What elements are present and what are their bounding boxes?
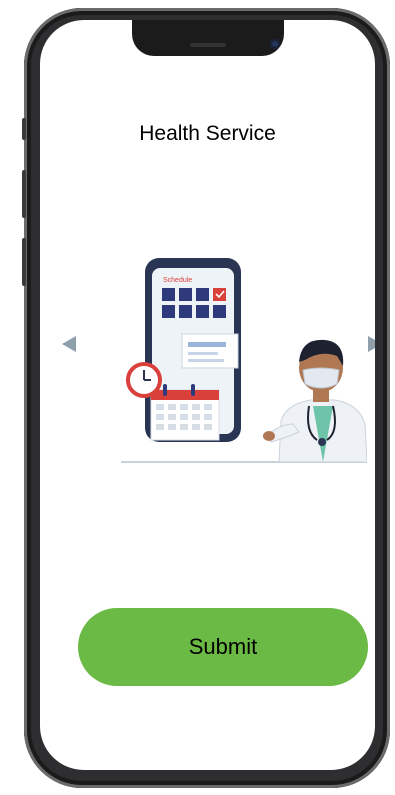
health-service-illustration: Schedule xyxy=(121,258,367,463)
side-button-volume-down xyxy=(22,238,26,286)
page-title: Health Service xyxy=(139,122,276,145)
side-button-volume-up xyxy=(22,170,26,218)
submit-button[interactable]: Submit xyxy=(78,608,368,686)
notch xyxy=(132,20,284,56)
speaker xyxy=(190,43,226,47)
side-button-silent xyxy=(22,118,26,140)
triangle-left-icon[interactable] xyxy=(62,336,76,352)
app-screen: Health Service Schedule Submit xyxy=(40,20,375,770)
triangle-right-icon[interactable] xyxy=(368,336,375,352)
illustration-phone-header: Schedule xyxy=(163,277,192,284)
camera xyxy=(270,39,280,49)
